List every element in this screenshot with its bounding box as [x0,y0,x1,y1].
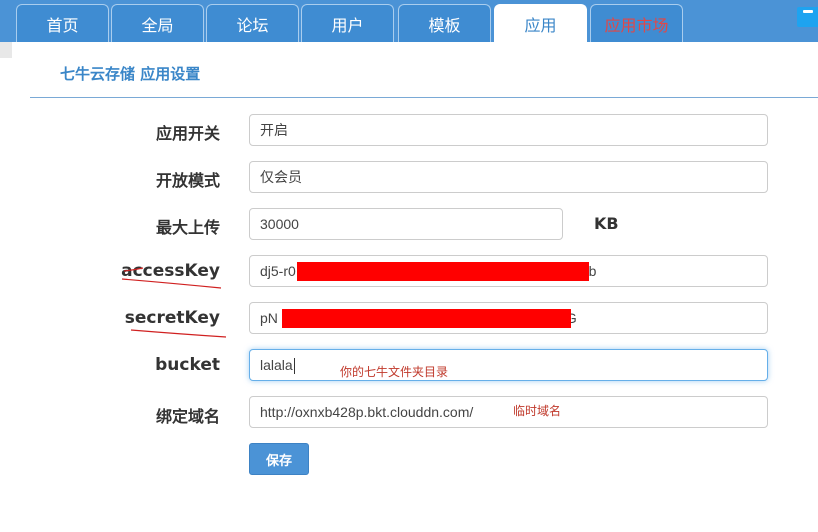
switch-select[interactable]: 开启 [249,114,768,146]
corner-button[interactable] [797,7,818,27]
max-upload-unit: KB [594,214,619,233]
secret-key-redaction [282,309,571,328]
bucket-input[interactable]: lalala [249,349,768,381]
save-button[interactable]: 保存 [249,443,309,475]
tab-label: 用户 [331,15,364,35]
switch-value: 开启 [260,122,288,138]
minus-icon [803,10,813,13]
tab-apps[interactable]: 应用 [494,4,587,42]
max-upload-value: 30000 [260,216,299,232]
tab-label: 模板 [428,15,461,35]
domain-label: 绑定域名 [155,407,220,426]
access-key-prefix: dj5-r0 [260,263,296,279]
switch-label: 应用开关 [155,124,220,143]
bucket-note: 你的七牛文件夹目录 [340,365,449,379]
tab-label: 应用市场 [604,15,669,35]
max-upload-input[interactable]: 30000 [249,208,563,240]
secret-key-prefix: pN [260,310,278,326]
access-key-redaction [297,262,589,281]
title-divider [30,97,818,98]
tab-label: 论坛 [236,15,269,35]
page-title: 七牛云存储 应用设置 [60,65,201,83]
tab-users[interactable]: 用户 [301,4,394,42]
secret-key-underline [130,329,227,338]
tab-home[interactable]: 首页 [16,4,109,42]
open-mode-value: 仅会员 [260,169,302,185]
bucket-label: bucket [155,355,220,375]
tab-label: 全局 [141,15,174,35]
open-mode-select[interactable]: 仅会员 [249,161,768,193]
max-upload-label: 最大上传 [155,218,220,237]
access-key-label: accessKey [121,261,220,281]
open-mode-label: 开放模式 [155,171,220,190]
secret-key-label: secretKey [124,308,220,328]
domain-input[interactable]: http://oxnxb428p.bkt.clouddn.com/ [249,396,768,428]
domain-value: http://oxnxb428p.bkt.clouddn.com/ [260,404,474,420]
tab-global[interactable]: 全局 [111,4,204,42]
domain-note: 临时域名 [513,404,562,418]
tab-app-market[interactable]: 应用市场 [590,4,683,42]
text-cursor [293,358,295,375]
scrollbar-track[interactable] [0,42,12,58]
tab-label: 首页 [46,15,79,35]
bucket-value: lalala [260,357,293,373]
tab-forum[interactable]: 论坛 [206,4,299,42]
tab-templates[interactable]: 模板 [398,4,491,42]
tab-label: 应用 [524,15,557,35]
